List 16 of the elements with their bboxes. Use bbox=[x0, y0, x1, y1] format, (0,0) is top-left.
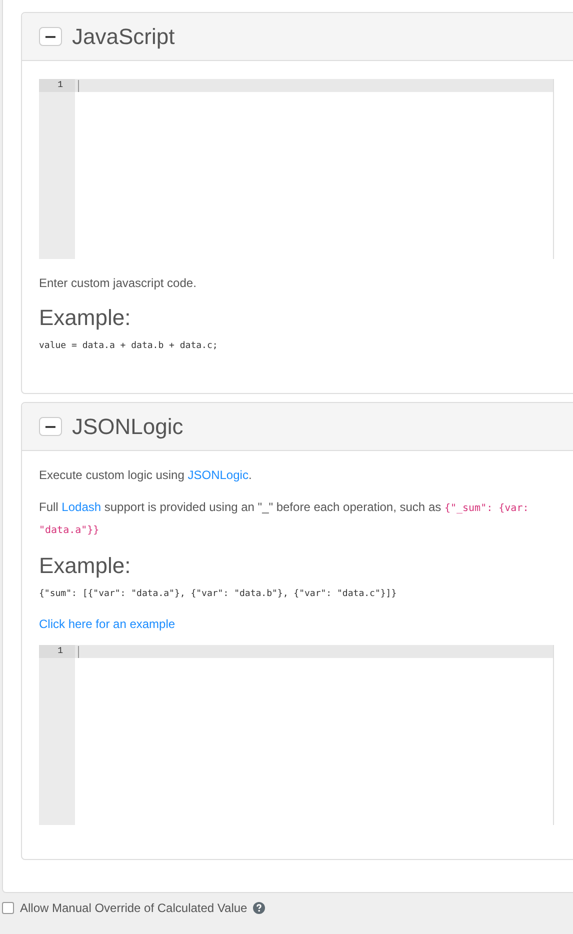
override-checkbox[interactable] bbox=[2, 902, 14, 914]
example-heading: Example: bbox=[39, 305, 132, 331]
description-text: Full Lodash support is provided using an "_" before each operation, such as {"_sum": {var: "data.a"}} bbox=[39, 499, 530, 538]
help-icon[interactable] bbox=[253, 902, 266, 914]
override-label: Allow Manual Override of Calculated Value bbox=[20, 901, 248, 915]
description-text: Enter custom javascript code. bbox=[39, 275, 198, 292]
panel-title: JavaScript bbox=[72, 24, 175, 50]
collapse-button[interactable]: − bbox=[39, 417, 62, 436]
example-heading: Example: bbox=[39, 553, 132, 579]
panel-title: JSONLogic bbox=[72, 414, 184, 440]
description-text: Execute custom logic using JSONLogic. bbox=[39, 467, 253, 484]
code-example: {"sum": [{"var": "data.a"}, {"var": "data.b"}, {"var": "data.c"}]} bbox=[39, 589, 398, 599]
code-editor[interactable]: 1 bbox=[39, 645, 554, 825]
code-editor[interactable]: 1 bbox=[39, 79, 554, 259]
code-example: value = data.a + data.b + data.c; bbox=[39, 341, 219, 351]
collapse-button[interactable]: − bbox=[39, 27, 62, 46]
